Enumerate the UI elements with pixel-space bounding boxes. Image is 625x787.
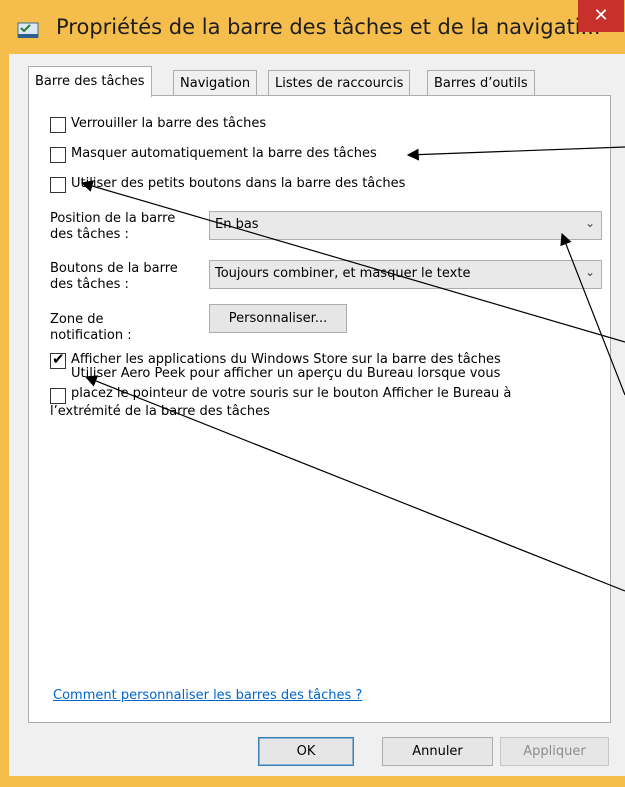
aero-peek-label-line3: l’extrémité de la barre des tâches <box>50 404 270 419</box>
lock-taskbar-label: Verrouiller la barre des tâches <box>71 116 267 131</box>
apply-button[interactable]: Appliquer <box>500 737 609 766</box>
notification-label-line1: Zone de <box>50 312 104 327</box>
tab-panel: Verrouiller la barre des tâches Masquer … <box>28 95 611 723</box>
window-frame: Propriétés de la barre des tâches et de … <box>0 0 625 787</box>
ok-button[interactable]: OK <box>258 737 354 766</box>
auto-hide-checkbox[interactable] <box>50 147 66 163</box>
notification-label-clip: Zone de notification : <box>50 312 200 340</box>
chevron-down-icon: ⌄ <box>584 265 595 279</box>
tab-barres-doutils[interactable]: Barres d’outils <box>427 70 535 96</box>
taskbar-properties-icon <box>17 22 39 38</box>
position-select-value: En bas <box>215 217 259 232</box>
customize-notifications-button[interactable]: Personnaliser... <box>209 304 347 333</box>
tab-navigation[interactable]: Navigation <box>173 70 258 96</box>
buttons-combine-value: Toujours combiner, et masquer le texte <box>215 266 471 281</box>
aero-peek-label-line1: Utiliser Aero Peek pour afficher un aper… <box>71 366 501 381</box>
position-label-line1: Position de la barre <box>50 211 176 226</box>
tab-label: Listes de raccourcis <box>275 76 404 91</box>
title-bar[interactable]: Propriétés de la barre des tâches et de … <box>0 0 625 54</box>
tab-barre-des-taches[interactable]: Barre des tâches <box>28 66 152 97</box>
tab-label: Navigation <box>180 76 251 91</box>
close-button[interactable]: ✕ <box>578 0 624 32</box>
small-buttons-checkbox[interactable] <box>50 177 66 193</box>
cancel-button[interactable]: Annuler <box>382 737 493 766</box>
position-label-line2: des tâches : <box>50 227 129 242</box>
close-icon: ✕ <box>593 5 609 26</box>
tab-label: Barre des tâches <box>35 74 145 89</box>
notification-label-line2: notification : <box>50 328 132 340</box>
buttons-label-line1: Boutons de la barre <box>50 261 178 276</box>
checkmark-icon: ✔ <box>52 350 65 368</box>
small-buttons-label: Utiliser des petits boutons dans la barr… <box>71 176 406 191</box>
lock-taskbar-checkbox[interactable] <box>50 117 66 133</box>
show-store-apps-checkbox[interactable]: ✔ <box>50 350 66 369</box>
show-store-apps-label: Afficher les applications du Windows Sto… <box>71 352 501 367</box>
help-link[interactable]: Comment personnaliser les barres des tâc… <box>53 688 362 703</box>
buttons-label-line2: des tâches : <box>50 277 129 292</box>
tab-label: Barres d’outils <box>434 76 528 91</box>
window-left-border <box>0 0 9 787</box>
auto-hide-label: Masquer automatiquement la barre des tâc… <box>71 146 377 161</box>
aero-peek-label-line2: placez le pointeur de votre souris sur l… <box>71 386 512 401</box>
position-select[interactable]: En bas ⌄ <box>209 211 602 240</box>
window-title: Propriétés de la barre des tâches et de … <box>56 15 601 39</box>
tab-listes-de-raccourcis[interactable]: Listes de raccourcis <box>268 70 411 96</box>
buttons-combine-select[interactable]: Toujours combiner, et masquer le texte ⌄ <box>209 260 602 289</box>
chevron-down-icon: ⌄ <box>584 216 595 230</box>
